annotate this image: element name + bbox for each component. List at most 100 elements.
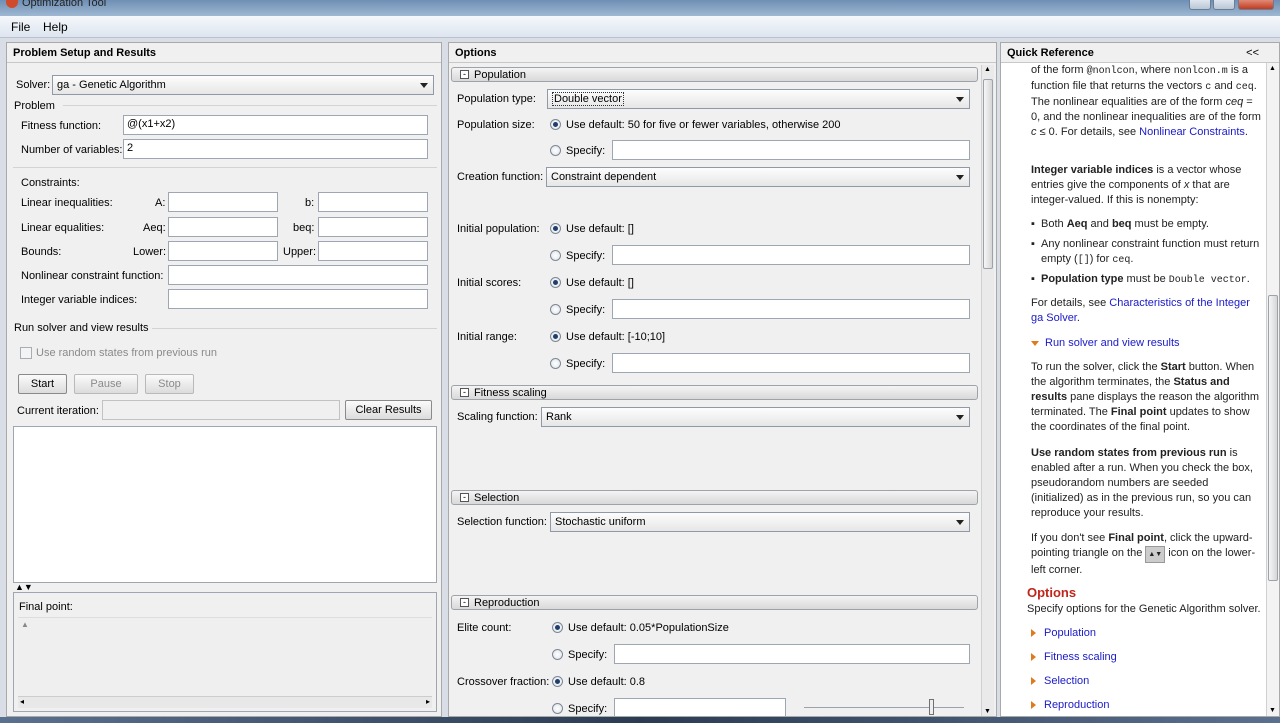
options-help-title: Options	[1027, 585, 1077, 600]
current-iteration-field	[102, 400, 340, 420]
initial-range-specify-radio[interactable]	[550, 358, 561, 369]
quickref-link-selection[interactable]: Selection	[1031, 675, 1089, 687]
scroll-up-icon[interactable]: ▲	[984, 66, 991, 73]
initial-scores-label: Initial scores:	[457, 277, 522, 289]
b-label: b:	[305, 197, 315, 209]
quickref-link-reproduction[interactable]: Reproduction	[1031, 699, 1109, 711]
status-results-area[interactable]	[13, 426, 437, 583]
linear-equalities-label: Linear equalities:	[21, 222, 105, 234]
fitness-scaling-section-title: Fitness scaling	[474, 387, 547, 399]
fitness-function-field[interactable]: @(x1+x2)	[123, 115, 428, 135]
scroll-down-icon[interactable]: ▼	[984, 708, 991, 715]
elite-count-default-text: Use default: 0.05*PopulationSize	[568, 622, 729, 634]
beq-vector-field[interactable]	[318, 217, 428, 237]
quick-reference-header: Quick Reference <<	[1001, 43, 1279, 63]
initial-range-default-radio[interactable]	[550, 331, 561, 342]
menu-file[interactable]: File	[11, 20, 30, 34]
population-section-header[interactable]: - Population	[451, 67, 978, 82]
a-matrix-field[interactable]	[168, 192, 278, 212]
run-solver-help-link[interactable]: Run solver and view results	[1031, 336, 1263, 351]
expand-right-icon	[1031, 653, 1036, 662]
matlab-logo-icon	[6, 0, 18, 8]
crossover-default-radio[interactable]	[552, 676, 563, 687]
initial-population-specify-radio[interactable]	[550, 250, 561, 261]
horizontal-scrollbar[interactable]: ◂ ▸	[18, 696, 432, 708]
solver-label: Solver:	[16, 79, 51, 91]
initial-population-default-text: Use default: []	[566, 223, 634, 235]
elite-count-label: Elite count:	[457, 622, 512, 634]
elite-count-field[interactable]	[614, 644, 970, 664]
final-point-table[interactable]: ▲	[18, 617, 432, 697]
nonlinear-constraint-field[interactable]	[168, 265, 428, 285]
options-scrollbar[interactable]: ▲ ▼	[981, 65, 994, 716]
fitness-function-label: Fitness function:	[21, 120, 102, 132]
start-button[interactable]: Start	[18, 374, 67, 394]
crossover-fraction-field[interactable]	[614, 698, 786, 716]
pause-button[interactable]: Pause	[74, 374, 138, 394]
population-type-select[interactable]: Double vector	[547, 89, 970, 109]
elite-count-default-radio[interactable]	[552, 622, 563, 633]
random-states-checkbox[interactable]	[20, 347, 32, 359]
integer-variable-field[interactable]	[168, 289, 428, 309]
window-title-bar: Optimization Tool	[0, 0, 1280, 16]
scroll-right-icon[interactable]: ▸	[426, 697, 430, 706]
divider	[147, 328, 437, 329]
initial-population-label: Initial population:	[457, 223, 540, 235]
quickref-link-population[interactable]: Population	[1031, 627, 1096, 639]
specify-label: Specify:	[566, 358, 606, 370]
population-size-default-radio[interactable]	[550, 119, 561, 130]
options-scrollbar-thumb[interactable]	[983, 79, 993, 269]
stop-button[interactable]: Stop	[145, 374, 194, 394]
initial-population-default-radio[interactable]	[550, 223, 561, 234]
random-states-label: Use random states from previous run	[36, 347, 217, 359]
scaling-function-select[interactable]: Rank	[541, 407, 970, 427]
number-of-variables-field[interactable]: 2	[123, 139, 428, 159]
elite-count-specify-radio[interactable]	[552, 649, 563, 660]
initial-population-field[interactable]	[612, 245, 970, 265]
collapse-minus-icon: -	[460, 70, 469, 79]
creation-function-select[interactable]: Constraint dependent	[546, 167, 970, 187]
menu-bar: File Help	[0, 16, 1280, 38]
b-vector-field[interactable]	[318, 192, 428, 212]
scroll-left-icon[interactable]: ◂	[20, 697, 24, 706]
crossover-specify-radio[interactable]	[552, 703, 563, 714]
quickref-link-fitness-scaling[interactable]: Fitness scaling	[1031, 651, 1117, 663]
bullet-3: ▪ Population type must be Double vector.	[1031, 273, 1250, 286]
collapse-triangles-icon[interactable]: ▲▼	[15, 583, 33, 592]
lower-bound-field[interactable]	[168, 241, 278, 261]
solver-select[interactable]: ga - Genetic Algorithm	[52, 75, 434, 95]
quickref-scrollbar[interactable]: ▲ ▼	[1266, 63, 1279, 716]
beq-label: beq:	[293, 222, 315, 234]
aeq-matrix-field[interactable]	[168, 217, 278, 237]
selection-function-select[interactable]: Stochastic uniform	[550, 512, 970, 532]
upper-bound-field[interactable]	[318, 241, 428, 261]
scroll-up-icon[interactable]: ▲	[1269, 65, 1276, 72]
scroll-down-icon[interactable]: ▼	[1269, 707, 1276, 714]
initial-scores-default-radio[interactable]	[550, 277, 561, 288]
selection-section-header[interactable]: - Selection	[451, 490, 978, 505]
initial-scores-field[interactable]	[612, 299, 970, 319]
initial-scores-specify-radio[interactable]	[550, 304, 561, 315]
minimize-button[interactable]	[1189, 0, 1211, 10]
clear-results-button[interactable]: Clear Results	[345, 400, 432, 420]
selection-function-value: Stochastic uniform	[555, 516, 646, 528]
collapse-panel-button[interactable]: <<	[1246, 47, 1259, 59]
options-panel: Options - Population Population type: Dou…	[448, 42, 997, 717]
close-window-button[interactable]	[1238, 0, 1274, 10]
specify-label: Specify:	[566, 304, 606, 316]
population-size-specify-radio[interactable]	[550, 145, 561, 156]
crossover-slider-track[interactable]	[804, 707, 964, 708]
menu-help[interactable]: Help	[43, 20, 68, 34]
reproduction-section-header[interactable]: - Reproduction	[451, 595, 978, 610]
crossover-slider-thumb[interactable]	[929, 699, 934, 715]
fitness-scaling-section-header[interactable]: - Fitness scaling	[451, 385, 978, 400]
population-section-title: Population	[474, 69, 526, 81]
population-size-field[interactable]	[612, 140, 970, 160]
nonlinear-constraints-link[interactable]: Nonlinear Constraints	[1139, 126, 1245, 138]
initial-range-default-text: Use default: [-10;10]	[566, 331, 666, 343]
initial-range-field[interactable]	[612, 353, 970, 373]
integer-details-text: For details, see Characteristics of the …	[1031, 297, 1250, 324]
maximize-button[interactable]	[1213, 0, 1235, 10]
initial-range-label: Initial range:	[457, 331, 517, 343]
quickref-scrollbar-thumb[interactable]	[1268, 295, 1278, 581]
